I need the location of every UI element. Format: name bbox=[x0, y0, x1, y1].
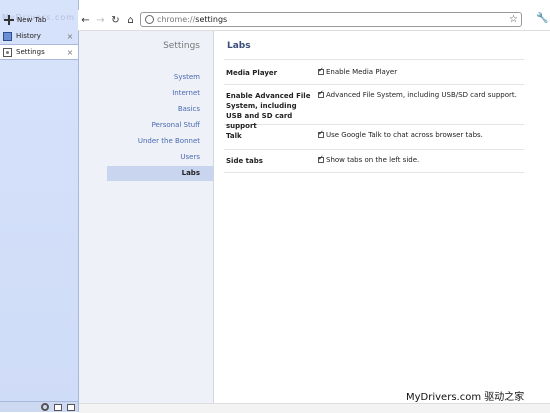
close-tab-icon[interactable]: × bbox=[66, 48, 74, 57]
address-bar[interactable]: chrome://settings ☆ bbox=[140, 12, 522, 27]
option-label: Advanced File System, including USB/SD c… bbox=[326, 91, 517, 99]
labs-content: Labs Media Player Enable Media Player En… bbox=[214, 31, 550, 412]
sidebar-title: Settings bbox=[163, 41, 200, 51]
labs-row-advanced-file-system: Enable Advanced File System, including U… bbox=[224, 85, 524, 130]
sidebar-item-personal-stuff[interactable]: Personal Stuff bbox=[152, 121, 200, 129]
row-label: Talk bbox=[226, 132, 242, 140]
sidebar-item-labs[interactable]: Labs bbox=[107, 166, 213, 181]
row-label: Side tabs bbox=[226, 157, 263, 165]
tab-label: History bbox=[16, 32, 41, 40]
close-tab-icon[interactable]: × bbox=[66, 32, 74, 41]
home-button[interactable]: ⌂ bbox=[123, 13, 138, 28]
tab-history[interactable]: History × bbox=[0, 29, 78, 43]
gear-icon[interactable] bbox=[41, 403, 49, 411]
plus-icon bbox=[4, 15, 14, 25]
reload-button[interactable]: ↻ bbox=[108, 13, 123, 28]
checkbox-checked-icon[interactable] bbox=[318, 66, 324, 75]
page-icon bbox=[145, 15, 154, 24]
page-title: Labs bbox=[227, 41, 251, 51]
new-tab-button[interactable]: New Tab bbox=[0, 13, 78, 27]
option-label: Use Google Talk to chat across browser t… bbox=[326, 131, 483, 139]
bookmark-star-icon[interactable]: ☆ bbox=[509, 14, 518, 25]
option-label: Enable Media Player bbox=[326, 68, 398, 76]
vertical-tab-strip: MyDrivers.com New Tab History × Settings… bbox=[0, 0, 79, 412]
browser-toolbar: ← → ↻ ⌂ chrome://settings ☆ 🔧 bbox=[78, 10, 550, 31]
tab-settings[interactable]: Settings × bbox=[0, 44, 78, 60]
tabstrip-bottom-bar bbox=[0, 401, 78, 412]
talk-option[interactable]: Use Google Talk to chat across browser t… bbox=[318, 129, 483, 139]
tab-label: Settings bbox=[16, 48, 45, 56]
row-label: Media Player bbox=[226, 69, 278, 77]
settings-sidebar: Settings System Internet Basics Personal… bbox=[79, 31, 214, 412]
side-tabs-option[interactable]: Show tabs on the left side. bbox=[318, 154, 420, 164]
title-divider bbox=[224, 59, 524, 60]
back-button[interactable]: ← bbox=[78, 13, 93, 28]
labs-row-side-tabs: Side tabs Show tabs on the left side. bbox=[224, 150, 524, 173]
sidebar-item-internet[interactable]: Internet bbox=[172, 89, 200, 97]
labs-row-talk: Talk Use Google Talk to chat across brow… bbox=[224, 125, 524, 150]
sidebar-item-under-the-bonnet[interactable]: Under the Bonnet bbox=[138, 137, 200, 145]
sidebar-item-basics[interactable]: Basics bbox=[178, 105, 200, 113]
labs-row-media-player: Media Player Enable Media Player bbox=[224, 62, 524, 85]
settings-favicon-icon bbox=[3, 47, 12, 57]
checkbox-checked-icon[interactable] bbox=[318, 154, 324, 163]
media-player-option[interactable]: Enable Media Player bbox=[318, 66, 398, 76]
browser-window: MyDrivers.com New Tab History × Settings… bbox=[0, 0, 550, 413]
url-path: settings bbox=[195, 15, 228, 24]
watermark-bottom: MyDrivers.com 驱动之家 bbox=[406, 392, 525, 403]
sidebar-item-users[interactable]: Users bbox=[180, 153, 200, 161]
wrench-menu-icon[interactable]: 🔧 bbox=[536, 12, 548, 26]
window-icon[interactable] bbox=[54, 403, 62, 411]
panel-icon[interactable] bbox=[67, 403, 75, 411]
checkbox-checked-icon[interactable] bbox=[318, 129, 324, 138]
history-favicon-icon bbox=[3, 31, 12, 41]
sidebar-item-system[interactable]: System bbox=[174, 73, 200, 81]
option-label: Show tabs on the left side. bbox=[326, 156, 420, 164]
advanced-file-system-option[interactable]: Advanced File System, including USB/SD c… bbox=[318, 89, 517, 99]
url-text[interactable]: chrome://settings bbox=[157, 15, 509, 24]
checkbox-checked-icon[interactable] bbox=[318, 89, 324, 98]
forward-button[interactable]: → bbox=[93, 13, 108, 28]
new-tab-label: New Tab bbox=[17, 16, 47, 24]
url-scheme: chrome:// bbox=[157, 15, 196, 24]
